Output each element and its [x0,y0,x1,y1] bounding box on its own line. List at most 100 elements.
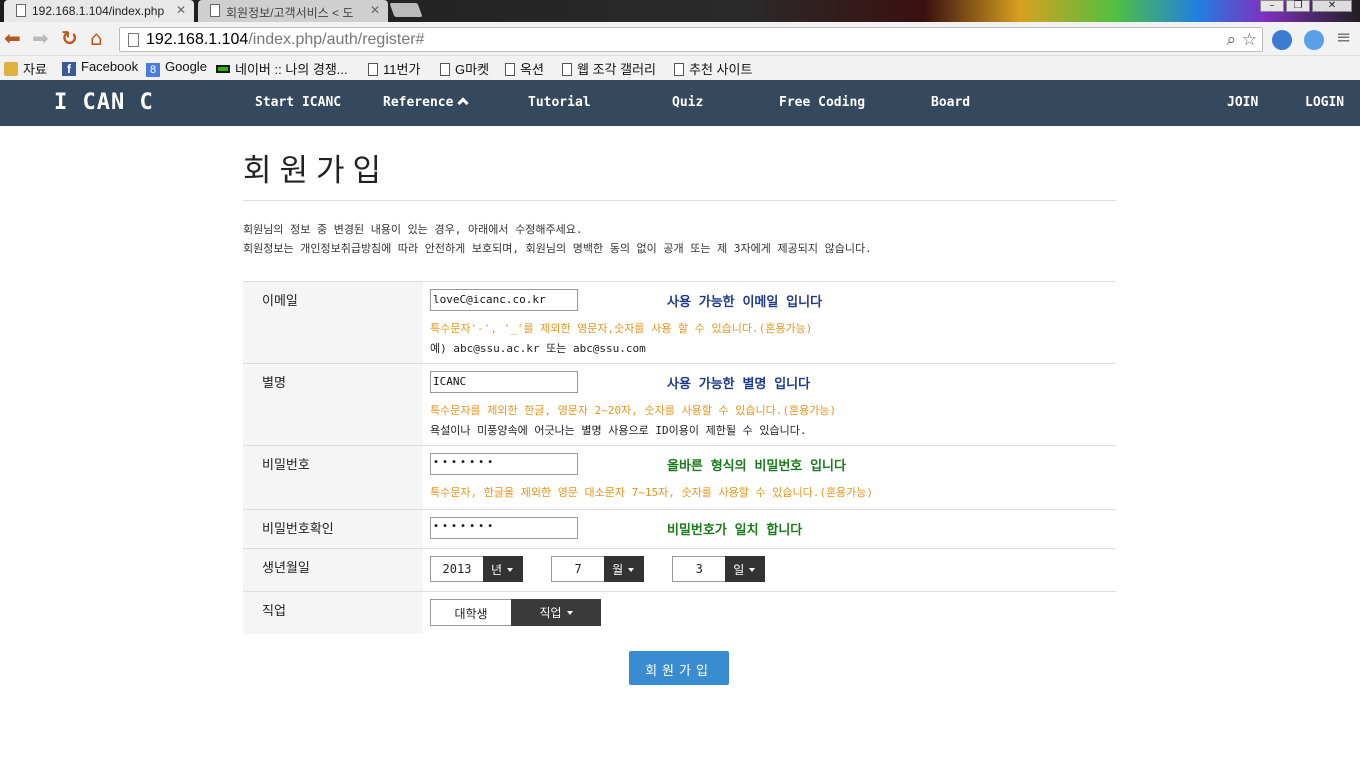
form-row-nickname: 별명 ICANC 사용 가능한 별명 입니다 특수문자를 제외한 한글, 영문자… [243,364,1116,446]
caret-down-icon [749,568,756,572]
page-icon [128,33,139,47]
page-icon [505,63,515,76]
email-field-cell: loveC@icanc.co.kr 사용 가능한 이메일 입니다 특수문자'-'… [423,282,1116,356]
bookmark-item[interactable]: 자료 [4,59,47,78]
extension-icon[interactable] [1272,30,1292,50]
home-icon[interactable]: ⌂ [90,28,103,48]
browser-tab-active[interactable]: 192.168.1.104/index.php ✕ [4,0,194,22]
bookmark-item[interactable]: 추천 사이트 [674,59,752,78]
nav-board[interactable]: Board [931,95,970,110]
email-input[interactable]: loveC@icanc.co.kr [430,289,578,311]
nav-start-icanc[interactable]: Start ICANC [255,95,341,110]
google-icon: 8 [146,63,160,77]
birth-month-group: 7월 [551,556,645,582]
form-row-birth: 생년월일 2013 년 7월 3일 [243,549,1116,592]
nickname-note: 욕설이나 미풍양속에 어긋나는 별명 사용으로 ID이용이 제한될 수 있습니다… [430,424,807,437]
birth-year-group: 2013 년 [430,556,524,582]
birth-year-value[interactable]: 2013 [430,556,484,582]
nickname-status: 사용 가능한 별명 입니다 [667,377,811,392]
extension-icon[interactable] [1304,30,1324,50]
back-arrow-icon[interactable]: ⬅ [4,28,21,48]
close-tab-icon[interactable]: ✕ [370,3,380,17]
page-icon [440,63,450,76]
job-dropdown[interactable]: 직업 [511,599,601,626]
form-row-email: 이메일 loveC@icanc.co.kr 사용 가능한 이메일 입니다 특수문… [243,282,1116,364]
nickname-hint: 특수문자를 제외한 한글, 영문자 2~20자, 숫자를 사용할 수 있습니다.… [430,404,837,417]
job-label: 직업 [243,592,423,634]
facebook-icon: f [62,62,76,76]
folder-icon [4,62,18,76]
minimize-button[interactable]: – [1260,0,1284,12]
new-tab-button[interactable] [389,3,423,17]
birth-day-dropdown[interactable]: 일 [725,556,766,582]
page-icon [368,63,378,76]
password-field-cell: ••••••• 올바른 형식의 비밀번호 입니다 특수문자, 한글을 제외한 영… [423,446,1116,500]
bookmark-item[interactable]: 웹 조각 갤러리 [562,59,656,78]
browser-toolbar: ⬅ ➡ ↻ ⌂ 192.168.1.104/index.php/auth/reg… [0,22,1360,56]
email-label: 이메일 [243,282,423,363]
nav-reference[interactable]: Reference [383,95,470,110]
naver-icon [216,65,230,73]
bookmark-item[interactable]: G마켓 [440,59,489,78]
nickname-field-cell: ICANC 사용 가능한 별명 입니다 특수문자를 제외한 한글, 영문자 2~… [423,364,1116,438]
menu-icon[interactable]: ≡ [1336,28,1351,48]
birth-year-dropdown[interactable]: 년 [483,556,524,582]
birth-label: 생년월일 [243,549,423,591]
browser-tab-bar: 192.168.1.104/index.php ✕ 회원정보/고객서비스 < 도… [0,0,1360,22]
password-confirm-input[interactable]: ••••••• [430,517,578,539]
intro-line: 회원정보는 개인정보취급방침에 따라 안전하게 보호되며, 회원님의 명백한 동… [243,242,872,255]
nav-tutorial[interactable]: Tutorial [528,95,591,110]
password-label: 비밀번호 [243,446,423,509]
password-status: 올바른 형식의 비밀번호 입니다 [667,459,846,474]
password-confirm-field-cell: ••••••• 비밀번호가 일치 합니다 [423,510,1116,548]
register-submit-button[interactable]: 회원가입 [629,651,729,685]
bookmark-item[interactable]: f Facebook [62,59,138,76]
job-value[interactable]: 대학생 [430,599,512,626]
nav-login[interactable]: LOGIN [1305,95,1344,110]
email-status: 사용 가능한 이메일 입니다 [667,295,823,310]
register-form: 이메일 loveC@icanc.co.kr 사용 가능한 이메일 입니다 특수문… [243,281,1116,634]
nav-join[interactable]: JOIN [1227,95,1258,110]
bookmark-item[interactable]: 8 Google [146,59,207,77]
email-example: 예) abc@ssu.ac.kr 또는 abc@ssu.com [430,342,646,355]
url-host: 192.168.1.104 [146,31,249,48]
url-path: /index.php/auth/register# [248,31,425,48]
form-row-password: 비밀번호 ••••••• 올바른 형식의 비밀번호 입니다 특수문자, 한글을 … [243,446,1116,510]
nav-free-coding[interactable]: Free Coding [779,95,865,110]
restore-button[interactable]: ❐ [1286,0,1310,12]
register-content: 회원가입 회원님의 정보 중 변경된 내용이 있는 경우, 아래에서 수정해주세… [243,126,1116,634]
birth-day-value[interactable]: 3 [672,556,727,582]
search-icon[interactable]: ⌕ [1226,30,1236,50]
birth-month-value[interactable]: 7 [551,556,606,582]
close-tab-icon[interactable]: ✕ [176,3,186,17]
job-field-cell: 대학생 직업 [423,592,1116,630]
caret-down-icon [507,568,514,572]
bookmark-item[interactable]: 11번가 [368,59,420,78]
close-window-button[interactable]: ✕ [1312,0,1352,12]
page-icon [562,63,572,76]
caret-down-icon [566,611,573,615]
reload-icon[interactable]: ↻ [61,28,78,48]
intro-text: 회원님의 정보 중 변경된 내용이 있는 경우, 아래에서 수정해주세요. 회원… [243,220,1116,258]
brand-logo[interactable]: I CAN C [54,90,154,115]
birth-month-dropdown[interactable]: 월 [604,556,645,582]
forward-arrow-icon[interactable]: ➡ [32,28,49,48]
bookmarks-bar: 자료 f Facebook 8 Google 네이버 :: 나의 경쟁... 11번… [0,56,1360,80]
password-hint: 특수문자, 한글을 제외한 영문 대소문자 7~15자, 숫자를 사용할 수 있… [430,486,874,499]
bookmark-item[interactable]: 옥션 [505,59,544,78]
bookmark-item[interactable]: 네이버 :: 나의 경쟁... [216,59,348,78]
caret-down-icon [628,568,635,572]
nickname-label: 별명 [243,364,423,445]
site-navbar: I CAN C Start ICANC Reference Tutorial Q… [0,80,1360,126]
page-icon [674,63,684,76]
password-input[interactable]: ••••••• [430,453,578,475]
nav-quiz[interactable]: Quiz [672,95,703,110]
address-bar[interactable]: 192.168.1.104/index.php/auth/register# ⌕… [119,27,1263,52]
bookmark-star-icon[interactable]: ☆ [1242,30,1257,50]
password-confirm-label: 비밀번호확인 [243,510,423,548]
nickname-input[interactable]: ICANC [430,371,578,393]
intro-line: 회원님의 정보 중 변경된 내용이 있는 경우, 아래에서 수정해주세요. [243,223,583,236]
browser-tab-inactive[interactable]: 회원정보/고객서비스 < 도 ✕ [198,0,388,22]
window-controls: – ❐ ✕ [1260,0,1352,12]
password-confirm-status: 비밀번호가 일치 합니다 [667,523,803,538]
